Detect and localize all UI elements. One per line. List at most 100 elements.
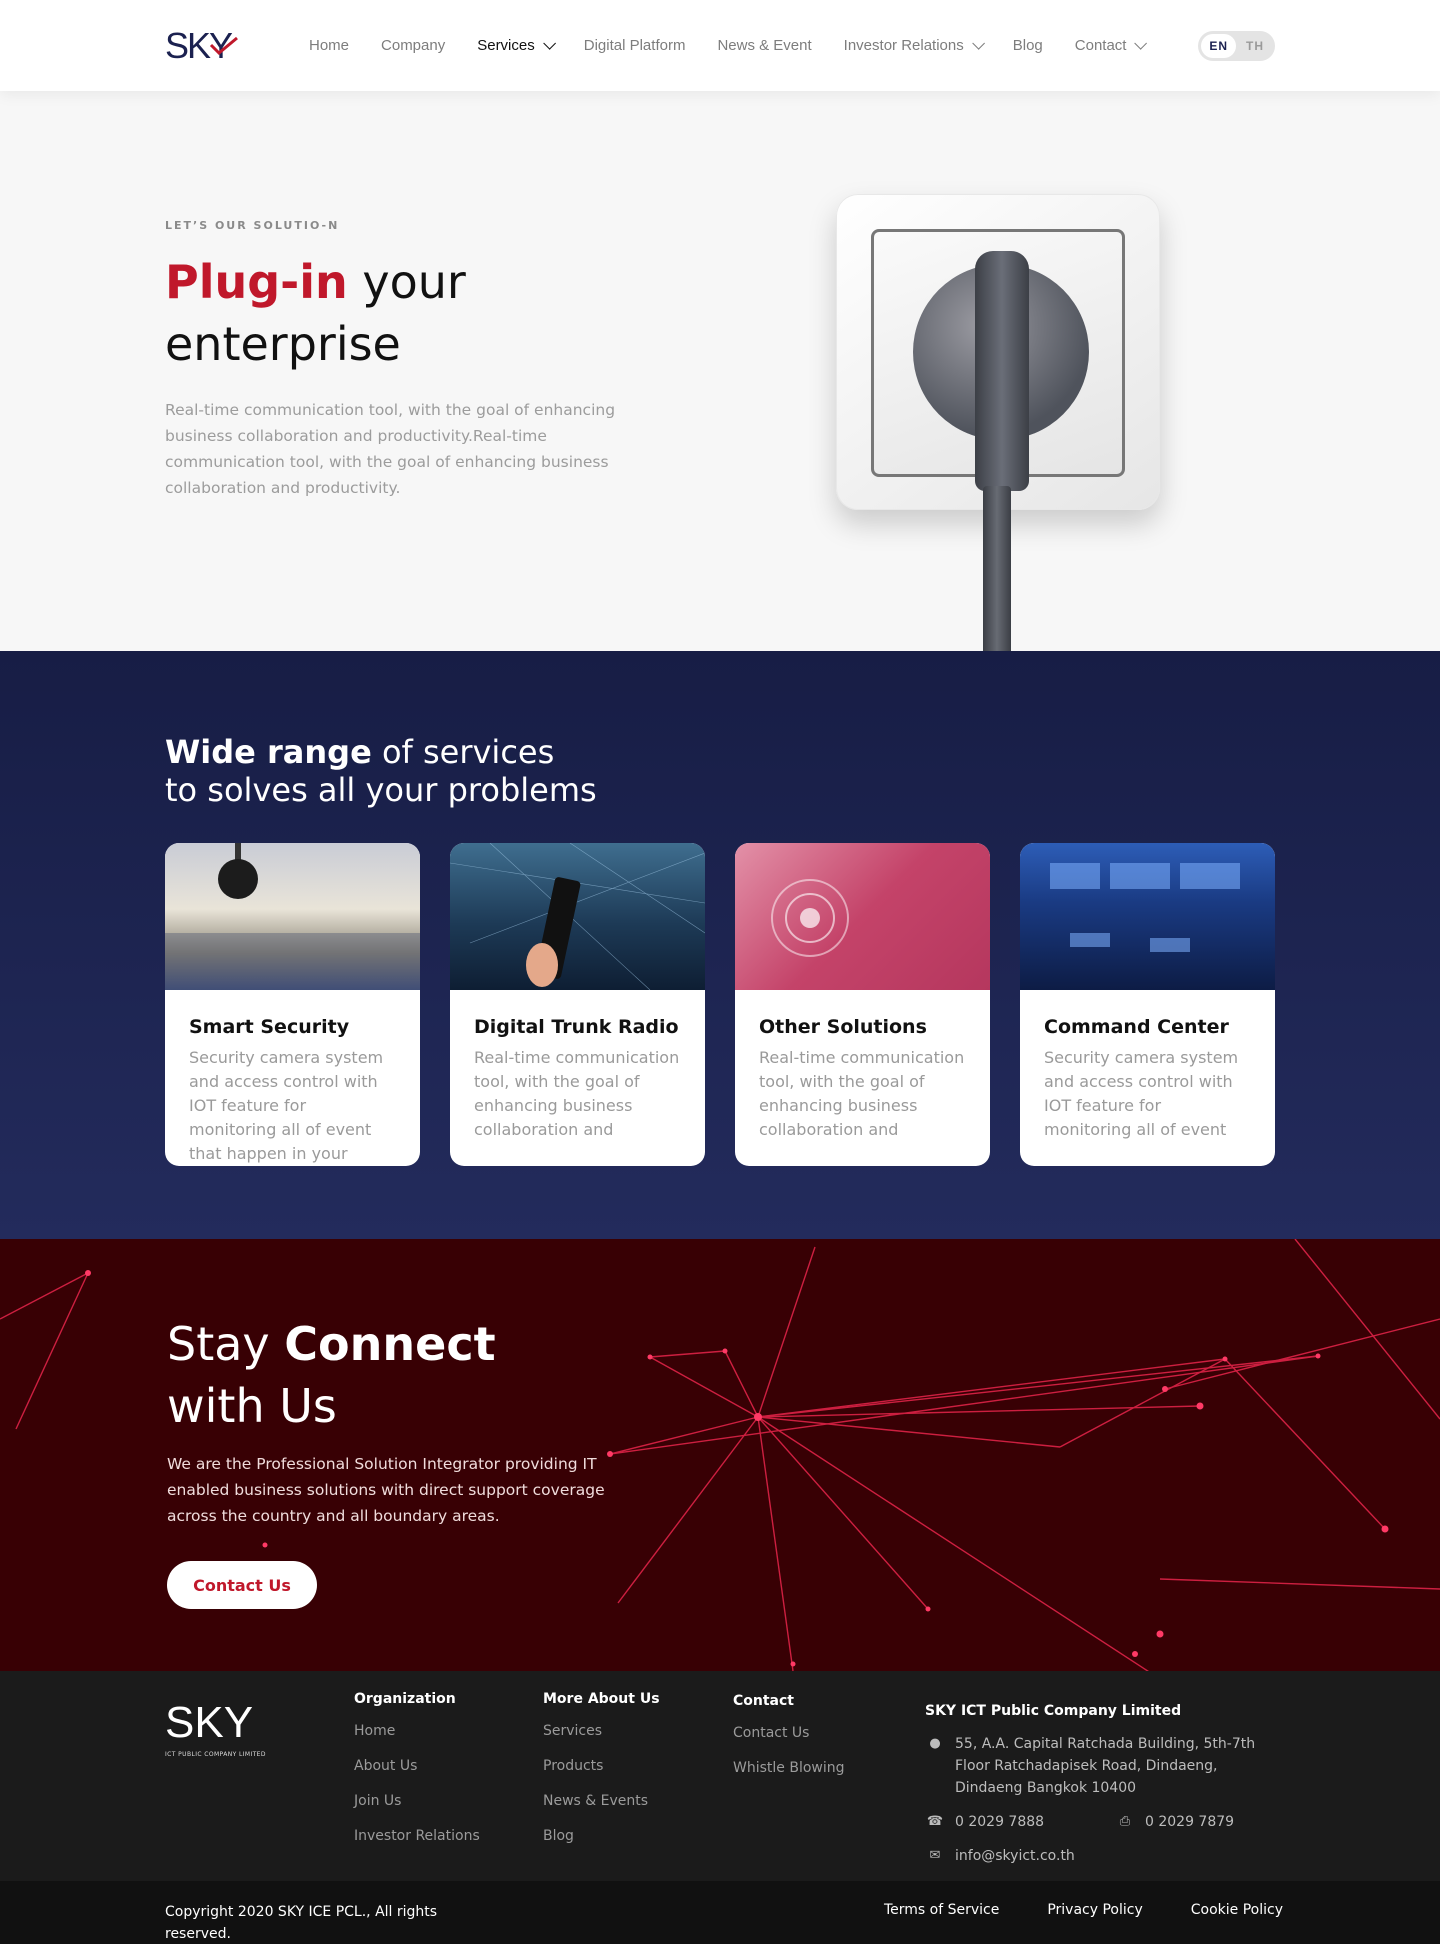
site-header: SKY Home Company Services Digital Platfo… (0, 0, 1440, 91)
contact-us-button[interactable]: Contact Us (167, 1561, 317, 1609)
nav-blog[interactable]: Blog (1013, 37, 1043, 54)
nav-label: Investor Relations (843, 37, 964, 54)
nav-label: Services (477, 37, 535, 54)
copyright-text: Copyright 2020 SKY ICE PCL., All rights … (165, 1904, 438, 1942)
service-card-other-solutions[interactable]: Other Solutions Real-time communication … (735, 843, 990, 1166)
footer-link-join-us[interactable]: Join Us (354, 1793, 480, 1809)
footer-bottom-bar: Copyright 2020 SKY ICE PCL., All rights … (0, 1881, 1440, 1944)
main-nav: Home Company Services Digital Platform N… (309, 30, 1275, 61)
footer-col-more-about-us: More About Us Services Products News & E… (543, 1691, 660, 1863)
footer-link-investor-relations[interactable]: Investor Relations (354, 1828, 480, 1844)
command-center-image (1020, 843, 1275, 990)
card-text: Real-time communication tool, with the g… (474, 1048, 680, 1139)
nav-company[interactable]: Company (381, 37, 445, 54)
card-title: Other Solutions (759, 1016, 927, 1038)
company-email[interactable]: info@skyict.co.th (955, 1845, 1075, 1867)
nav-label: Home (309, 37, 350, 54)
services-section: Wide range of services to solves all your… (0, 651, 1440, 1239)
card-text: Security camera system and access contro… (1044, 1048, 1239, 1139)
card-title: Digital Trunk Radio (474, 1016, 679, 1038)
connect-title: Stay Connect with Us (167, 1313, 496, 1437)
footer-link-contact-us[interactable]: Contact Us (733, 1725, 845, 1741)
camera-dome-icon (165, 843, 420, 990)
card-text: Security camera system and access contro… (189, 1048, 384, 1163)
service-cards: Smart Security Security camera system an… (165, 843, 1275, 1166)
footer-logo-text: SKY (165, 1699, 253, 1747)
nav-label: Blog (1012, 37, 1043, 54)
company-info: SKY ICT Public Company Limited ● 55, A.A… (925, 1703, 1285, 1879)
nav-label: News & Event (717, 37, 812, 54)
touch-interface-image (735, 843, 990, 990)
nav-investor-relations[interactable]: Investor Relations (843, 37, 985, 54)
footer-link-services[interactable]: Services (543, 1723, 660, 1739)
cookie-policy-link[interactable]: Cookie Policy (1191, 1902, 1283, 1918)
company-phone[interactable]: 0 2029 7888 (955, 1811, 1115, 1833)
footer-link-home[interactable]: Home (354, 1723, 480, 1739)
footer-link-blog[interactable]: Blog (543, 1828, 660, 1844)
footer-link-about-us[interactable]: About Us (354, 1758, 480, 1774)
service-card-smart-security[interactable]: Smart Security Security camera system an… (165, 843, 420, 1166)
nav-label: Digital Platform (583, 37, 686, 54)
nav-services[interactable]: Services (477, 37, 556, 54)
company-name: SKY ICT Public Company Limited (925, 1703, 1182, 1719)
services-title-line2: to solves all your problems (165, 771, 597, 809)
mail-icon: ✉ (929, 1848, 941, 1863)
footer-logo-subtitle: ICT PUBLIC COMPANY LIMITED (165, 1751, 266, 1758)
service-card-command-center[interactable]: Command Center Security camera system an… (1020, 843, 1275, 1166)
hero-title: Plug-in your enterprise (165, 251, 725, 375)
footer-link-products[interactable]: Products (543, 1758, 660, 1774)
service-card-digital-trunk-radio[interactable]: Digital Trunk Radio Real-time communicat… (450, 843, 705, 1166)
footer-col-title: Contact (733, 1693, 794, 1709)
nav-label: Company (381, 37, 446, 54)
services-title-rest: of services (381, 733, 555, 771)
company-email-row: ✉ info@skyict.co.th (925, 1845, 1285, 1867)
nav-contact[interactable]: Contact (1074, 37, 1148, 54)
hero-title-highlight: Plug-in (165, 255, 348, 309)
language-switch: EN TH (1198, 30, 1275, 61)
card-text: Real-time communication tool, with the g… (759, 1048, 965, 1139)
company-address-row: ● 55, A.A. Capital Ratchada Building, 5t… (925, 1733, 1285, 1799)
chevron-down-icon (1134, 37, 1148, 50)
footer-col-title: Organization (354, 1691, 456, 1707)
connect-title-line2: with Us (167, 1379, 337, 1433)
footer-link-news-events[interactable]: News & Events (543, 1793, 660, 1809)
monitor-wall-icon (1050, 863, 1240, 952)
plug-cord (983, 486, 1011, 651)
fingerprint-icon (771, 879, 849, 957)
company-phone-row: ☎ 0 2029 7888 ⎙ 0 2029 7879 (925, 1811, 1285, 1833)
site-logo[interactable]: SKY (165, 25, 309, 67)
hero-title-line2: enterprise (165, 317, 401, 371)
nav-label: Contact (1074, 37, 1127, 54)
chevron-down-icon (543, 37, 556, 50)
footer-logo-mark-icon: SKY (165, 1698, 253, 1747)
connect-description: We are the Professional Solution Integra… (167, 1455, 605, 1525)
footer-logo[interactable]: SKY ICT PUBLIC COMPANY LIMITED (165, 1698, 266, 1758)
lang-th-button[interactable]: TH (1238, 34, 1272, 58)
hero-description: Real-time communication tool, with the g… (165, 401, 616, 497)
card-title: Command Center (1044, 1016, 1229, 1038)
chevron-down-icon (971, 37, 985, 50)
connect-title-light: Stay (167, 1317, 270, 1371)
footer-col-contact: Contact Contact Us Whistle Blowing (733, 1693, 845, 1795)
footer-link-whistle-blowing[interactable]: Whistle Blowing (733, 1760, 845, 1776)
nav-digital-platform[interactable]: Digital Platform (584, 37, 686, 54)
card-title: Smart Security (189, 1016, 350, 1038)
radio-handset-icon (450, 843, 705, 991)
phone-icon: ☎ (926, 1814, 944, 1829)
company-fax: 0 2029 7879 (1145, 1814, 1235, 1830)
terms-of-service-link[interactable]: Terms of Service (884, 1902, 999, 1918)
lang-en-button[interactable]: EN (1201, 33, 1236, 58)
plug-image (975, 251, 1029, 491)
site-footer: SKY ICT PUBLIC COMPANY LIMITED Organizat… (0, 1671, 1440, 1881)
legal-links: Terms of Service Privacy Policy Cookie P… (884, 1902, 1283, 1918)
hero-eyebrow: LET’S OUR SOLUTIO-N (165, 219, 340, 232)
hero-title-rest: your (362, 255, 466, 309)
security-camera-image (165, 843, 420, 990)
footer-col-title: More About Us (543, 1691, 660, 1707)
nav-news-event[interactable]: News & Event (717, 37, 811, 54)
nav-home[interactable]: Home (309, 37, 349, 54)
services-title-bold: Wide range (165, 733, 372, 771)
connect-title-bold: Connect (284, 1317, 496, 1371)
company-address: 55, A.A. Capital Ratchada Building, 5th-… (955, 1736, 1256, 1796)
privacy-policy-link[interactable]: Privacy Policy (1047, 1902, 1142, 1918)
